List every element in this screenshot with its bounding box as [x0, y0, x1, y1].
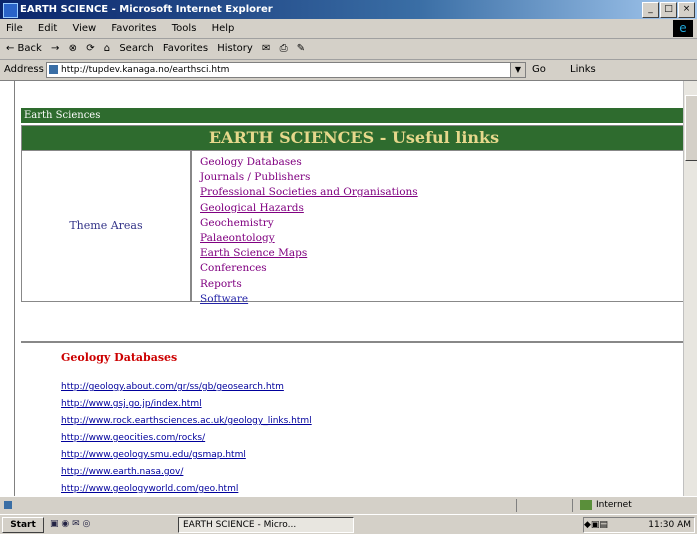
links-button[interactable]: Links: [570, 60, 596, 80]
theme-link-conferences[interactable]: Conferences: [200, 261, 670, 276]
maximize-button[interactable]: □: [660, 2, 677, 18]
theme-link-hazards[interactable]: Geological Hazards: [200, 201, 670, 216]
vertical-scrollbar[interactable]: [683, 81, 697, 496]
minimize-button[interactable]: _: [642, 2, 659, 18]
toolbar: ← Back → ⊗ ⟳ ⌂ Search Favorites History …: [0, 39, 697, 60]
theme-link-reports[interactable]: Reports: [200, 277, 670, 292]
theme-link-software[interactable]: Software: [200, 292, 670, 307]
page-content: Earth Sciences EARTH SCIENCES - Useful l…: [14, 81, 684, 496]
menu-tools[interactable]: Tools: [172, 23, 197, 34]
back-button[interactable]: ← Back: [6, 43, 42, 54]
scrollbar-thumb[interactable]: [685, 95, 697, 161]
favorites-button[interactable]: Favorites: [163, 43, 208, 54]
status-divider: [516, 499, 517, 512]
title-bar: EARTH SCIENCE - Microsoft Internet Explo…: [0, 0, 697, 19]
url-link[interactable]: http://www.geology.smu.edu/gsmap.html: [61, 447, 312, 464]
theme-areas-label: Theme Areas: [22, 151, 192, 301]
go-button[interactable]: Go: [532, 60, 546, 80]
theme-link-geology-databases[interactable]: Geology Databases: [200, 155, 670, 170]
links-table: EARTH SCIENCES - Useful links Theme Area…: [21, 125, 684, 305]
theme-row: Theme Areas Geology Databases Journals /…: [22, 150, 684, 305]
search-button[interactable]: Search: [119, 43, 153, 54]
theme-link-societies[interactable]: Professional Societies and Organisations: [200, 185, 670, 200]
close-button[interactable]: ×: [678, 2, 695, 18]
url-link[interactable]: http://www.earth.nasa.gov/: [61, 464, 312, 481]
status-bar: Internet: [0, 496, 697, 514]
breadcrumb: Earth Sciences: [21, 108, 684, 123]
page-icon: [49, 65, 58, 74]
url-link[interactable]: http://www.gsj.go.jp/index.html: [61, 396, 312, 413]
ie-logo-icon: e: [673, 20, 693, 37]
address-input[interactable]: http://tupdev.kanaga.no/earthsci.htm: [46, 62, 524, 78]
address-dropdown-icon[interactable]: ▼: [510, 62, 526, 78]
window-title: EARTH SCIENCE - Microsoft Internet Explo…: [20, 4, 273, 15]
page-status-icon: [4, 501, 12, 509]
taskbar-window-button[interactable]: EARTH SCIENCE - Micro...: [178, 517, 354, 533]
theme-link-palaeontology[interactable]: Palaeontology: [200, 231, 670, 246]
history-button[interactable]: History: [217, 43, 253, 54]
url-list: http://geology.about.com/gr/ss/gb/geosea…: [61, 379, 312, 496]
address-url: http://tupdev.kanaga.no/earthsci.htm: [61, 65, 230, 75]
theme-link-maps[interactable]: Earth Science Maps: [200, 246, 670, 261]
address-label: Address: [4, 64, 44, 75]
internet-zone-icon: [580, 499, 592, 510]
status-divider: [572, 499, 573, 512]
menu-view[interactable]: View: [72, 23, 96, 34]
clock: 11:30 AM: [648, 520, 691, 530]
refresh-button[interactable]: ⟳: [86, 43, 94, 54]
url-link[interactable]: http://geology.about.com/gr/ss/gb/geosea…: [61, 379, 312, 396]
home-button[interactable]: ⌂: [104, 43, 110, 54]
theme-links: Geology Databases Journals / Publishers …: [200, 155, 670, 307]
theme-link-geochemistry[interactable]: Geochemistry: [200, 216, 670, 231]
edit-button[interactable]: ✎: [297, 43, 305, 54]
system-tray: ◆▣▤ 11:30 AM: [583, 517, 695, 533]
menu-edit[interactable]: Edit: [38, 23, 57, 34]
section-title: Geology Databases: [61, 351, 178, 364]
url-link[interactable]: http://www.geocities.com/rocks/: [61, 430, 312, 447]
security-zone: Internet: [580, 497, 632, 514]
taskbar: Start ▣ ◉ ✉ ◎ EARTH SCIENCE - Micro... ◆…: [0, 514, 697, 534]
start-button[interactable]: Start: [2, 517, 44, 533]
theme-link-journals[interactable]: Journals / Publishers: [200, 170, 670, 185]
mail-button[interactable]: ✉: [262, 43, 270, 54]
stop-button[interactable]: ⊗: [69, 43, 77, 54]
address-bar: Address http://tupdev.kanaga.no/earthsci…: [0, 60, 697, 81]
menu-bar: File Edit View Favorites Tools Help e: [0, 19, 697, 39]
quick-launch-icons[interactable]: ▣ ◉ ✉ ◎: [50, 515, 90, 534]
forward-button[interactable]: →: [51, 43, 59, 54]
tray-icons: ◆▣▤: [584, 520, 608, 530]
menu-file[interactable]: File: [6, 23, 23, 34]
print-button[interactable]: ⎙: [280, 43, 288, 54]
menu-favorites[interactable]: Favorites: [111, 23, 156, 34]
content-gutter: [0, 81, 14, 496]
menu-help[interactable]: Help: [212, 23, 235, 34]
url-link[interactable]: http://www.rock.earthsciences.ac.uk/geol…: [61, 413, 312, 430]
ie-icon: [3, 3, 18, 18]
url-link[interactable]: http://www.geologyworld.com/geo.html: [61, 481, 312, 496]
geology-databases-section: Geology Databases http://geology.about.c…: [21, 341, 684, 496]
page-title: EARTH SCIENCES - Useful links: [22, 126, 684, 150]
